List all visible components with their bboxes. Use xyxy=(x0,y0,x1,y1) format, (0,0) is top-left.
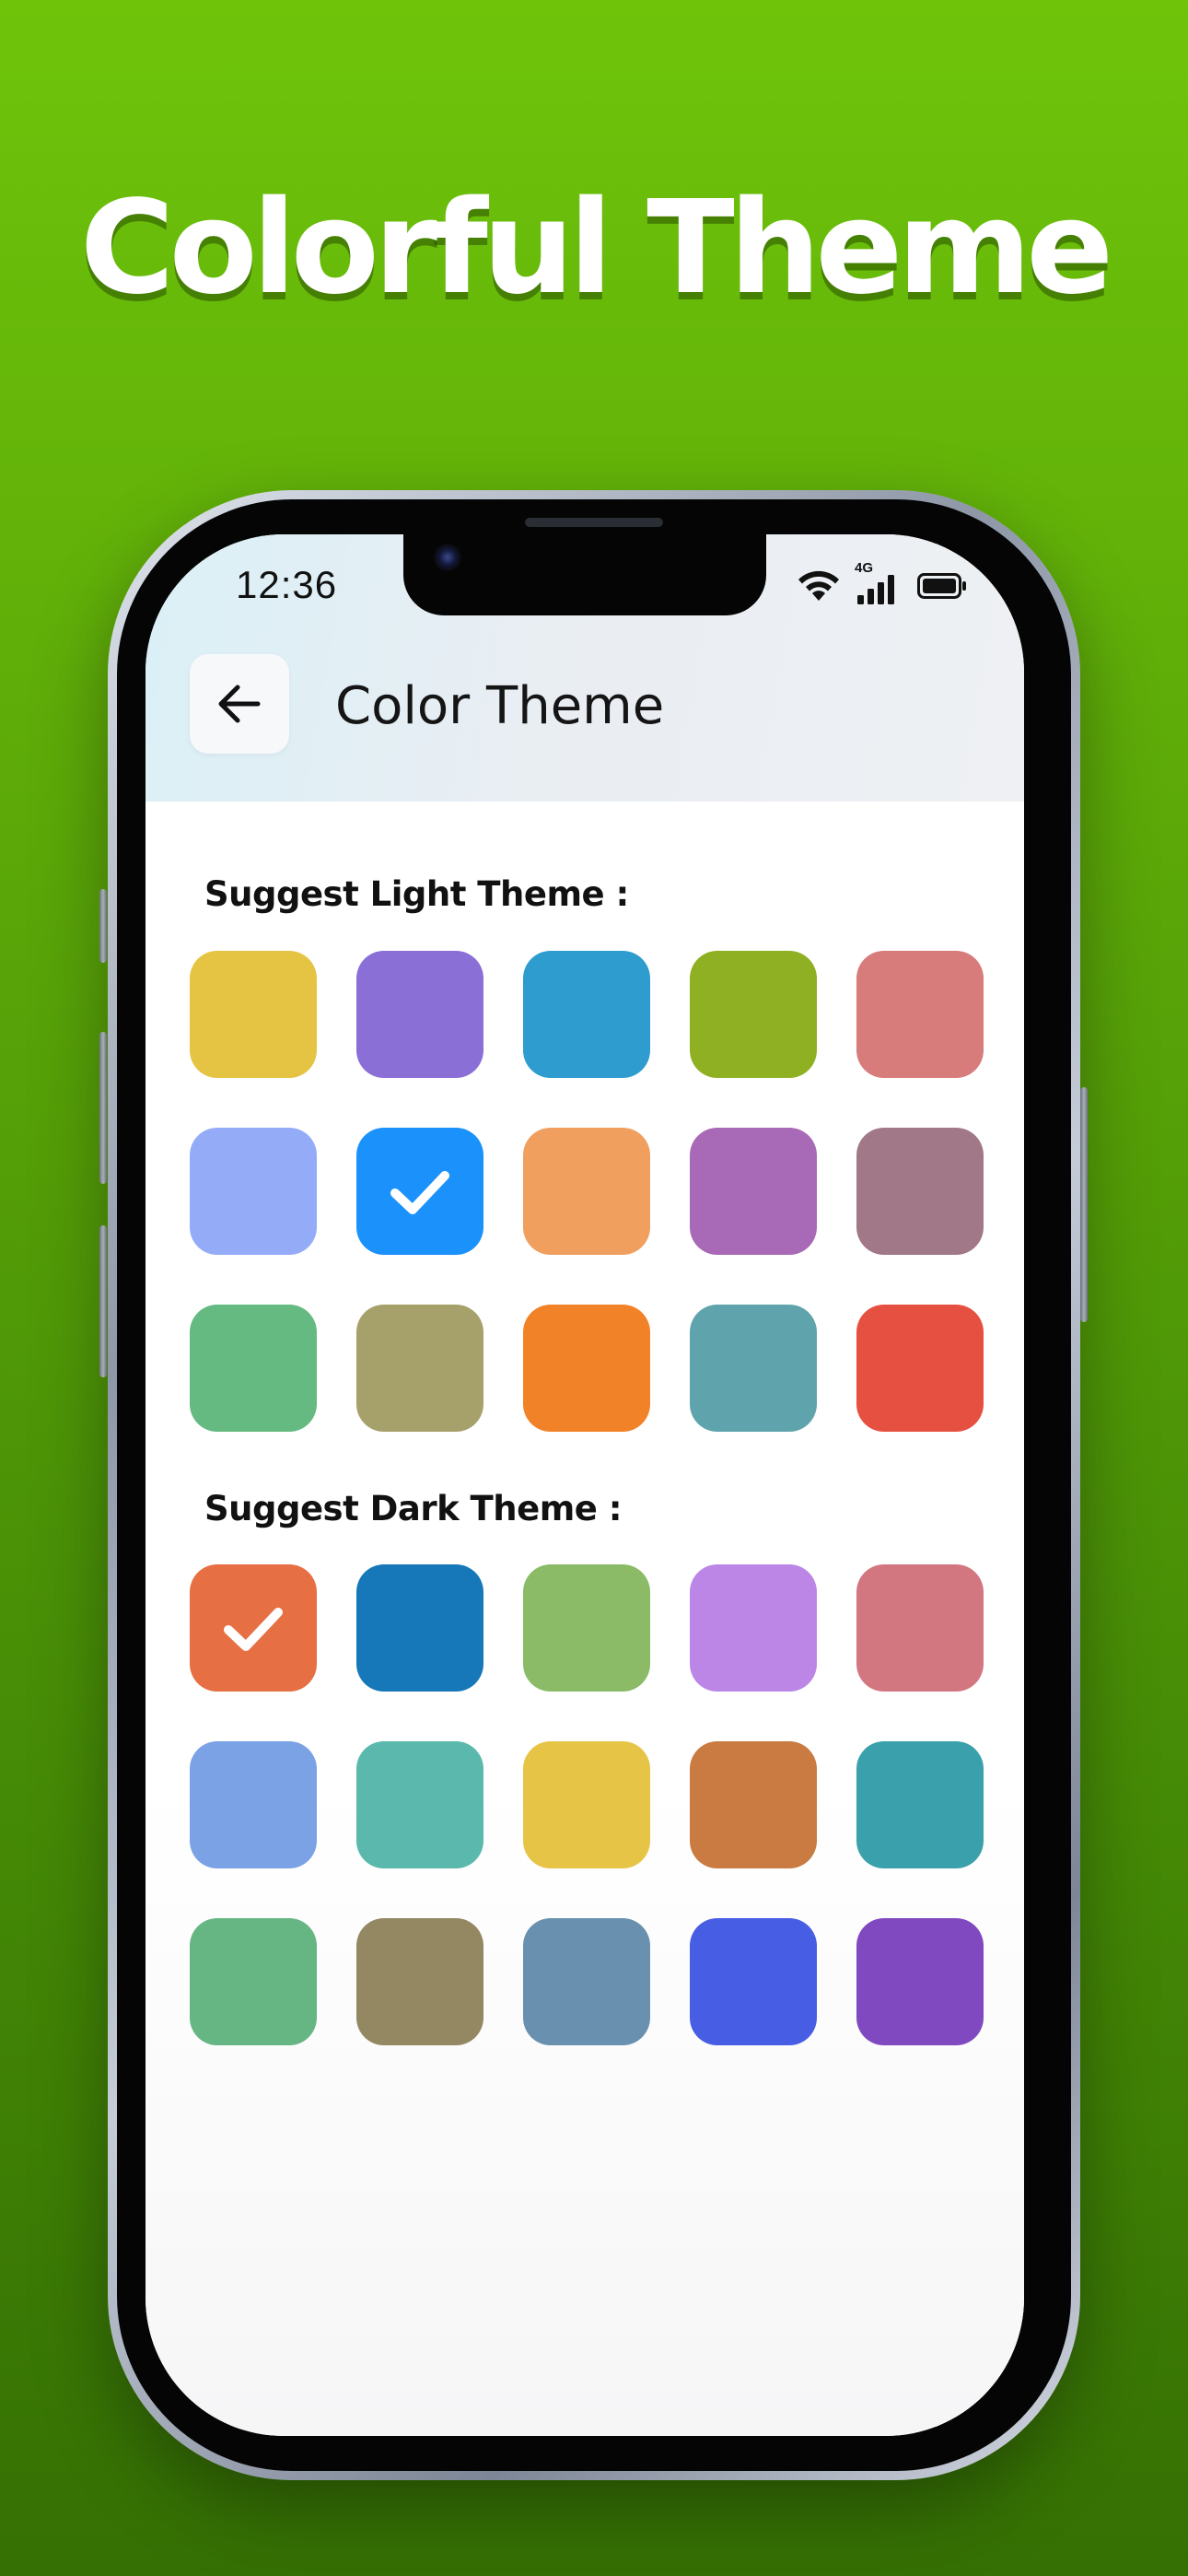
dark-theme-swatch[interactable] xyxy=(190,1918,317,2045)
wifi-icon xyxy=(795,568,843,606)
dark-theme-swatch[interactable] xyxy=(523,1564,650,1692)
arrow-left-icon xyxy=(218,685,261,723)
dark-theme-swatch[interactable] xyxy=(523,1741,650,1868)
dark-theme-swatch-selected[interactable] xyxy=(190,1564,317,1692)
dark-theme-swatch[interactable] xyxy=(523,1918,650,2045)
back-button[interactable] xyxy=(190,654,289,754)
light-theme-swatch-selected[interactable] xyxy=(356,1128,483,1255)
light-theme-swatch[interactable] xyxy=(690,1128,817,1255)
volume-up-button xyxy=(99,1032,107,1184)
dark-theme-swatch[interactable] xyxy=(356,1564,483,1692)
phone-screen: 12:36 4G Color Theme Suggest Light Theme… xyxy=(146,534,1024,2436)
volume-down-button xyxy=(99,1225,107,1377)
light-theme-swatch[interactable] xyxy=(523,951,650,1078)
phone-mockup: 12:36 4G Color Theme Suggest Light Theme… xyxy=(108,490,1080,2480)
earpiece-speaker xyxy=(525,518,663,527)
dark-theme-swatch[interactable] xyxy=(690,1918,817,2045)
checkmark-icon xyxy=(224,1608,283,1651)
light-theme-swatch[interactable] xyxy=(356,1305,483,1432)
light-theme-swatch[interactable] xyxy=(690,951,817,1078)
network-type: 4G xyxy=(855,560,874,576)
dark-theme-label: Suggest Dark Theme : xyxy=(204,1489,623,1528)
light-theme-swatch[interactable] xyxy=(856,1305,984,1432)
light-theme-swatch[interactable] xyxy=(190,1128,317,1255)
light-theme-swatch[interactable] xyxy=(690,1305,817,1432)
front-camera xyxy=(434,544,461,571)
dark-theme-swatch[interactable] xyxy=(690,1741,817,1868)
dark-theme-swatch[interactable] xyxy=(856,1741,984,1868)
light-theme-swatch[interactable] xyxy=(190,1305,317,1432)
battery-icon xyxy=(917,573,967,603)
dark-theme-swatch[interactable] xyxy=(356,1741,483,1868)
light-theme-swatch[interactable] xyxy=(190,951,317,1078)
power-button xyxy=(1080,1087,1088,1322)
dark-theme-swatch[interactable] xyxy=(190,1741,317,1868)
status-time: 12:36 xyxy=(236,563,338,606)
status-icons: 4G xyxy=(795,560,988,608)
dark-theme-swatch[interactable] xyxy=(356,1918,483,2045)
light-theme-swatch[interactable] xyxy=(523,1128,650,1255)
checkmark-icon xyxy=(390,1171,449,1214)
page-title: Color Theme xyxy=(335,676,665,736)
light-theme-swatch[interactable] xyxy=(356,951,483,1078)
camera-notch xyxy=(403,534,766,615)
light-theme-label: Suggest Light Theme : xyxy=(204,874,629,914)
dark-theme-swatch[interactable] xyxy=(690,1564,817,1692)
action-button xyxy=(99,889,107,963)
light-theme-swatch[interactable] xyxy=(856,1128,984,1255)
cellular-signal-icon xyxy=(857,575,898,608)
light-theme-swatch[interactable] xyxy=(856,951,984,1078)
dark-theme-swatch[interactable] xyxy=(856,1564,984,1692)
promo-headline: Colorful Theme xyxy=(79,173,1113,323)
light-theme-swatch[interactable] xyxy=(523,1305,650,1432)
dark-theme-swatch[interactable] xyxy=(856,1918,984,2045)
